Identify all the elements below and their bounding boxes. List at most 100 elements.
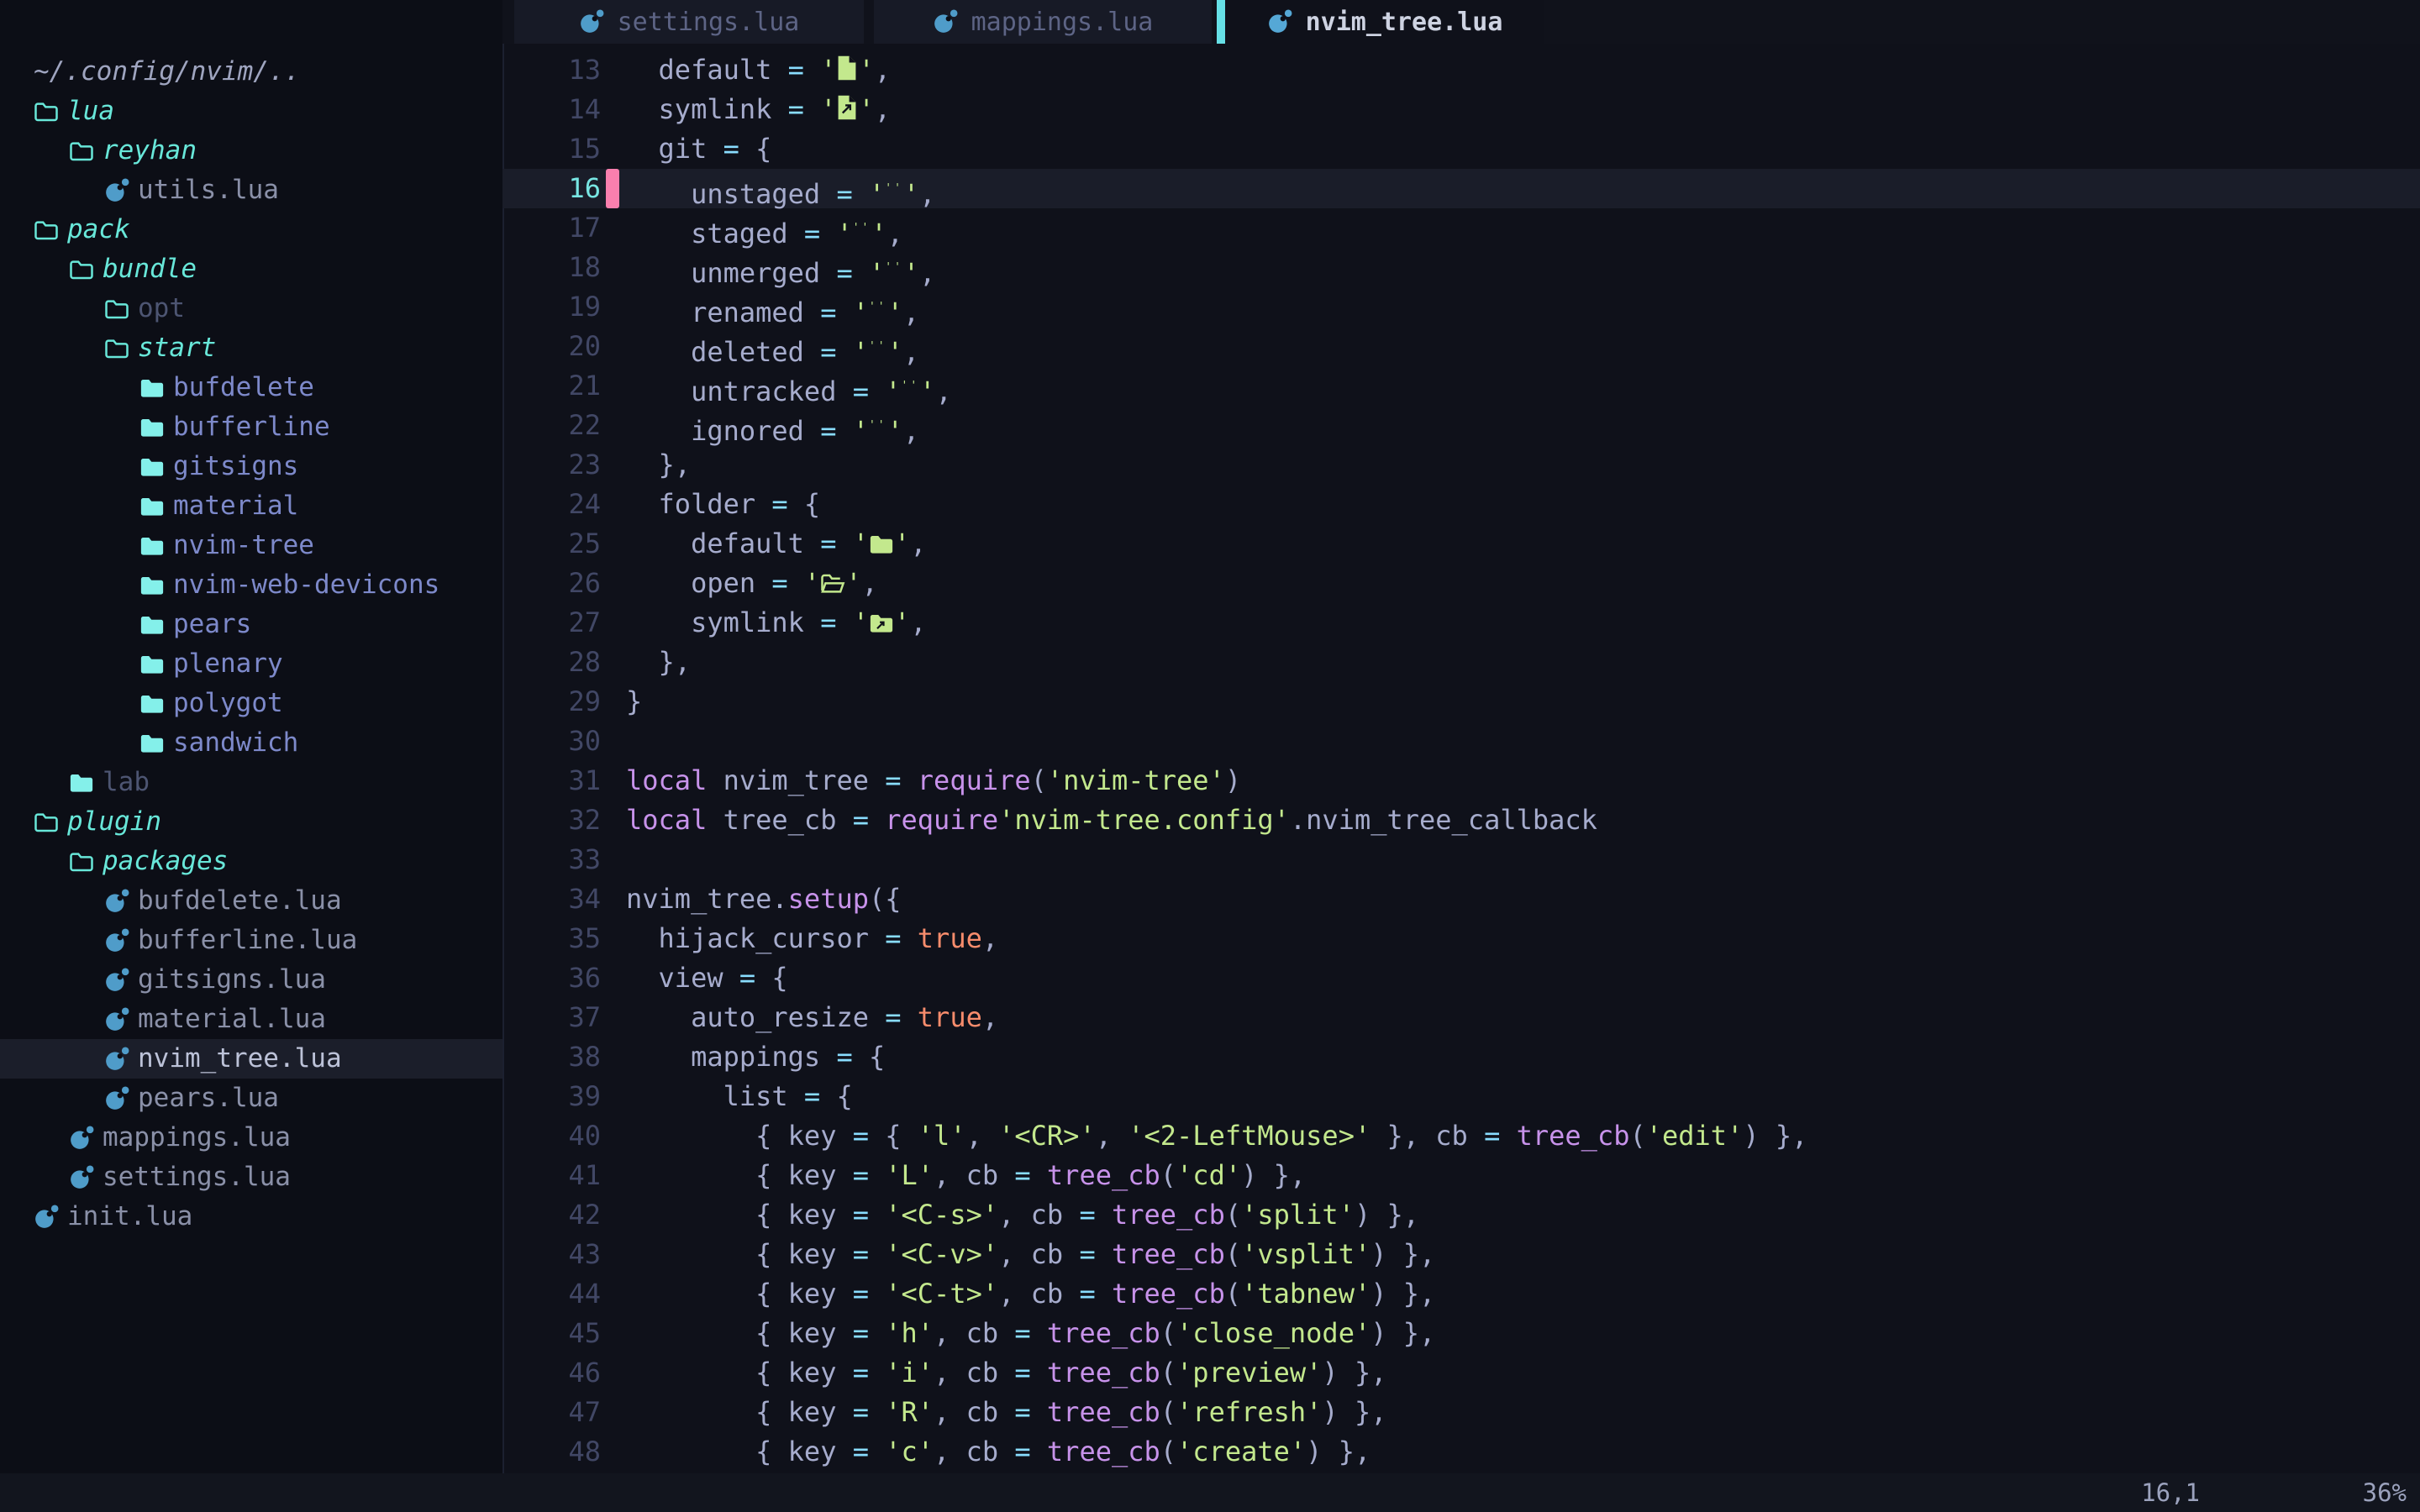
- sign-column: [601, 248, 626, 287]
- code-line-43[interactable]: 43 { key = '<C-v>', cb = tree_cb('vsplit…: [502, 1235, 2420, 1274]
- code-line-13[interactable]: 13 default = '',: [502, 50, 2420, 90]
- folder-open2-icon: [820, 573, 845, 595]
- code-line-46[interactable]: 46 { key = 'i', cb = tree_cb('preview') …: [502, 1353, 2420, 1393]
- tree-item-bufferline-lua[interactable]: bufferline.lua: [0, 921, 502, 960]
- code-line-24[interactable]: 24 folder = {: [502, 485, 2420, 524]
- code-line-41[interactable]: 41 { key = 'L', cb = tree_cb('cd') },: [502, 1156, 2420, 1195]
- code-line-19[interactable]: 19 renamed = '''',: [502, 287, 2420, 327]
- tree-item-nvim-web-devicons[interactable]: nvim-web-devicons: [0, 565, 502, 605]
- folder-icon: [139, 575, 173, 596]
- tree-item-lab[interactable]: lab: [0, 763, 502, 802]
- line-number: 48: [502, 1432, 601, 1472]
- tree-item-label: bufdelete: [173, 368, 314, 407]
- tree-item-init-lua[interactable]: init.lua: [0, 1197, 502, 1236]
- tree-item-nvim_tree-lua[interactable]: nvim_tree.lua: [0, 1039, 502, 1079]
- tree-item-material-lua[interactable]: material.lua: [0, 1000, 502, 1039]
- tree-item-plugin[interactable]: plugin: [0, 802, 502, 842]
- code-line-15[interactable]: 15 git = {: [502, 129, 2420, 169]
- code-line-48[interactable]: 48 { key = 'c', cb = tree_cb('create') }…: [502, 1432, 2420, 1472]
- tree-item-mappings-lua[interactable]: mappings.lua: [0, 1118, 502, 1158]
- tree-item-nvim-tree[interactable]: nvim-tree: [0, 526, 502, 565]
- tree-item-label: bufferline: [173, 407, 330, 447]
- code-line-35[interactable]: 35 hijack_cursor = true,: [502, 919, 2420, 958]
- sign-column: [601, 761, 626, 801]
- line-number: 44: [502, 1274, 601, 1314]
- folder-icon: [139, 496, 173, 517]
- sign-column: [601, 327, 626, 366]
- folder-icon: [139, 535, 173, 557]
- lua-icon: [104, 1047, 138, 1072]
- tree-item-lua[interactable]: lua: [0, 92, 502, 131]
- code-line-47[interactable]: 47 { key = 'R', cb = tree_cb('refresh') …: [502, 1393, 2420, 1432]
- code-line-39[interactable]: 39 list = {: [502, 1077, 2420, 1116]
- code-line-29[interactable]: 29}: [502, 682, 2420, 722]
- code-line-42[interactable]: 42 { key = '<C-s>', cb = tree_cb('split'…: [502, 1195, 2420, 1235]
- code-line-16[interactable]: 16 unstaged = '''',: [502, 169, 2420, 208]
- tree-item-pack[interactable]: pack: [0, 210, 502, 249]
- line-number: 24: [502, 485, 601, 524]
- tree-item-bufdelete[interactable]: bufdelete: [0, 368, 502, 407]
- code-line-44[interactable]: 44 { key = '<C-t>', cb = tree_cb('tabnew…: [502, 1274, 2420, 1314]
- line-text: }: [626, 682, 642, 722]
- code-editor[interactable]: 13 default = '',14 symlink = '',15 git =…: [502, 44, 2420, 1473]
- tree-item-reyhan[interactable]: reyhan: [0, 131, 502, 171]
- line-number: 21: [502, 366, 601, 406]
- tree-item-polygot[interactable]: polygot: [0, 684, 502, 723]
- tree-item-sandwich[interactable]: sandwich: [0, 723, 502, 763]
- tree-item-start[interactable]: start: [0, 328, 502, 368]
- lua-icon: [933, 9, 958, 34]
- tree-item-gitsigns-lua[interactable]: gitsigns.lua: [0, 960, 502, 1000]
- lua-icon: [69, 1126, 103, 1151]
- folder-open-icon: [34, 811, 67, 833]
- tree-item-pears[interactable]: pears: [0, 605, 502, 644]
- tree-item-bundle[interactable]: bundle: [0, 249, 502, 289]
- tree-item-bufdelete-lua[interactable]: bufdelete.lua: [0, 881, 502, 921]
- tree-item-plenary[interactable]: plenary: [0, 644, 502, 684]
- tab-mappings-lua[interactable]: mappings.lua: [874, 0, 1212, 44]
- code-line-18[interactable]: 18 unmerged = '''',: [502, 248, 2420, 287]
- code-line-23[interactable]: 23 },: [502, 445, 2420, 485]
- tree-item-opt[interactable]: opt: [0, 289, 502, 328]
- code-line-14[interactable]: 14 symlink = '',: [502, 90, 2420, 129]
- tab-nvim_tree-lua[interactable]: nvim_tree.lua: [1225, 0, 1544, 44]
- sign-column: [601, 919, 626, 958]
- tree-item-pears-lua[interactable]: pears.lua: [0, 1079, 502, 1118]
- code-line-37[interactable]: 37 auto_resize = true,: [502, 998, 2420, 1037]
- tree-item-utils-lua[interactable]: utils.lua: [0, 171, 502, 210]
- tree-item-packages[interactable]: packages: [0, 842, 502, 881]
- code-line-38[interactable]: 38 mappings = {: [502, 1037, 2420, 1077]
- tree-root-path[interactable]: ~/.config/nvim/..: [0, 52, 502, 92]
- code-line-20[interactable]: 20 deleted = '''',: [502, 327, 2420, 366]
- line-number: 45: [502, 1314, 601, 1353]
- line-text: folder = {: [626, 485, 820, 524]
- git-status-glyph: '': [885, 261, 903, 274]
- tab-settings-lua[interactable]: settings.lua: [514, 0, 864, 44]
- folder-closed-icon: [869, 533, 894, 555]
- nvim-tree-sidebar[interactable]: ~/.config/nvim/.. luareyhanutils.luapack…: [0, 0, 502, 1473]
- line-number: 22: [502, 406, 601, 445]
- code-line-32[interactable]: 32local tree_cb = require'nvim-tree.conf…: [502, 801, 2420, 840]
- tree-item-gitsigns[interactable]: gitsigns: [0, 447, 502, 486]
- code-line-27[interactable]: 27 symlink = '',: [502, 603, 2420, 643]
- code-line-30[interactable]: 30: [502, 722, 2420, 761]
- tree-item-material[interactable]: material: [0, 486, 502, 526]
- code-line-22[interactable]: 22 ignored = '''',: [502, 406, 2420, 445]
- tree-item-label: utils.lua: [138, 171, 279, 210]
- code-line-31[interactable]: 31local nvim_tree = require('nvim-tree'): [502, 761, 2420, 801]
- code-line-33[interactable]: 33: [502, 840, 2420, 879]
- code-line-26[interactable]: 26 open = '',: [502, 564, 2420, 603]
- code-line-17[interactable]: 17 staged = '''',: [502, 208, 2420, 248]
- tree-item-settings-lua[interactable]: settings.lua: [0, 1158, 502, 1197]
- code-line-25[interactable]: 25 default = '',: [502, 524, 2420, 564]
- tree-item-bufferline[interactable]: bufferline: [0, 407, 502, 447]
- line-number: 20: [502, 327, 601, 366]
- code-line-34[interactable]: 34nvim_tree.setup({: [502, 879, 2420, 919]
- code-line-40[interactable]: 40 { key = { 'l', '<CR>', '<2-LeftMouse>…: [502, 1116, 2420, 1156]
- tree-item-label: plenary: [173, 644, 283, 684]
- code-line-36[interactable]: 36 view = {: [502, 958, 2420, 998]
- code-line-21[interactable]: 21 untracked = '''',: [502, 366, 2420, 406]
- sign-column: [601, 840, 626, 879]
- code-line-45[interactable]: 45 { key = 'h', cb = tree_cb('close_node…: [502, 1314, 2420, 1353]
- folder-open-icon: [104, 338, 138, 360]
- code-line-28[interactable]: 28 },: [502, 643, 2420, 682]
